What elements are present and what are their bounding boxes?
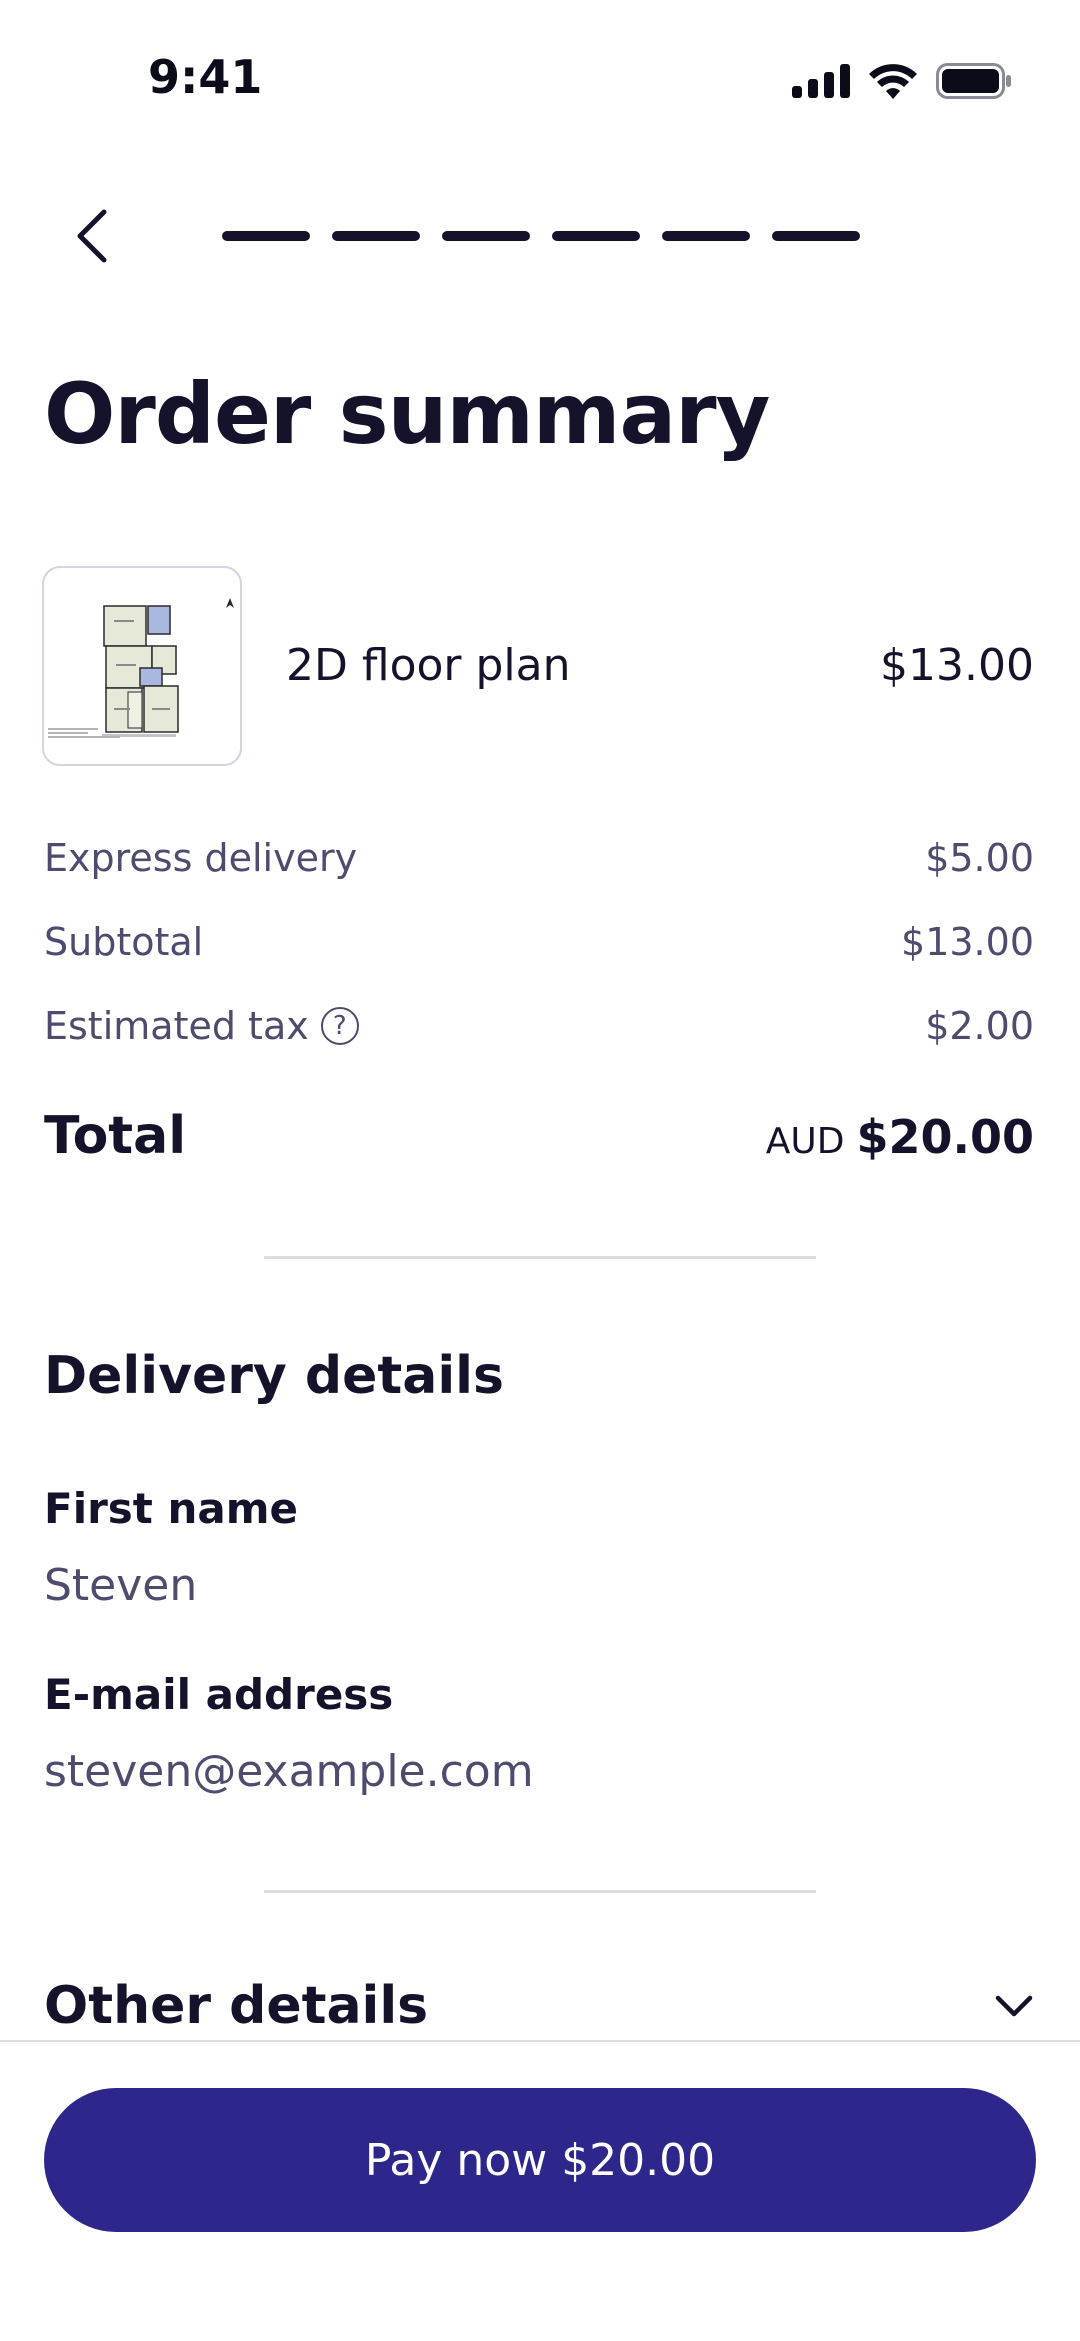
chevron-left-icon [77, 209, 107, 263]
chevron-down-icon [995, 1995, 1033, 2017]
wifi-icon [869, 64, 917, 99]
estimated-tax-value: $2.00 [925, 1004, 1034, 1048]
subtotal-label: Subtotal [44, 920, 204, 964]
pay-now-amount: $20.00 [561, 2134, 716, 2186]
progress-indicator [222, 231, 860, 241]
progress-step [662, 231, 750, 241]
back-button[interactable] [56, 200, 128, 272]
estimated-tax-row: Estimated tax ? $2.00 [44, 1004, 1034, 1048]
express-delivery-label: Express delivery [44, 836, 358, 880]
progress-step [442, 231, 530, 241]
progress-step [772, 231, 860, 241]
other-details-title: Other details [44, 1976, 429, 2036]
product-price: $13.00 [880, 640, 1034, 691]
status-bar: 9:41 [0, 0, 1080, 160]
question-circle-icon[interactable]: ? [320, 1007, 359, 1045]
pay-now-button[interactable]: Pay now $20.00 [44, 2088, 1036, 2232]
cellular-signal-icon [792, 64, 850, 98]
first-name-label: First name [44, 1484, 298, 1533]
subtotal-row: Subtotal $13.00 [44, 920, 1034, 964]
express-delivery-value: $5.00 [925, 836, 1034, 880]
delivery-details-title: Delivery details [44, 1346, 504, 1406]
other-details-toggle[interactable]: Other details [44, 1976, 1034, 2036]
battery-icon [936, 63, 1011, 99]
product-name: 2D floor plan [286, 640, 571, 691]
total-label: Total [44, 1106, 187, 1166]
product-thumbnail [42, 566, 242, 766]
progress-step [552, 231, 640, 241]
status-time: 9:41 [148, 50, 263, 104]
total-amount: $20.00 [856, 1110, 1034, 1164]
section-divider [264, 1256, 816, 1259]
status-icons [792, 58, 1012, 104]
email-label: E-mail address [44, 1670, 394, 1719]
total-currency: AUD [765, 1121, 845, 1162]
progress-step [222, 231, 310, 241]
section-divider [264, 1890, 816, 1893]
estimated-tax-label: Estimated tax [44, 1004, 309, 1048]
progress-step [332, 231, 420, 241]
floor-plan-thumbnail [48, 598, 234, 738]
subtotal-value: $13.00 [901, 920, 1034, 964]
express-delivery-row: Express delivery $5.00 [44, 836, 1034, 880]
pay-now-label: Pay now [364, 2134, 548, 2186]
first-name-value: Steven [44, 1560, 198, 1611]
bottom-bar: Pay now $20.00 [0, 2040, 1080, 2341]
page-title: Order summary [44, 365, 770, 463]
email-value: steven@example.com [44, 1746, 534, 1797]
estimated-tax-label-group: Estimated tax ? [44, 1004, 359, 1048]
total-row: Total AUD $20.00 [44, 1106, 1034, 1166]
total-value: AUD $20.00 [766, 1110, 1034, 1164]
